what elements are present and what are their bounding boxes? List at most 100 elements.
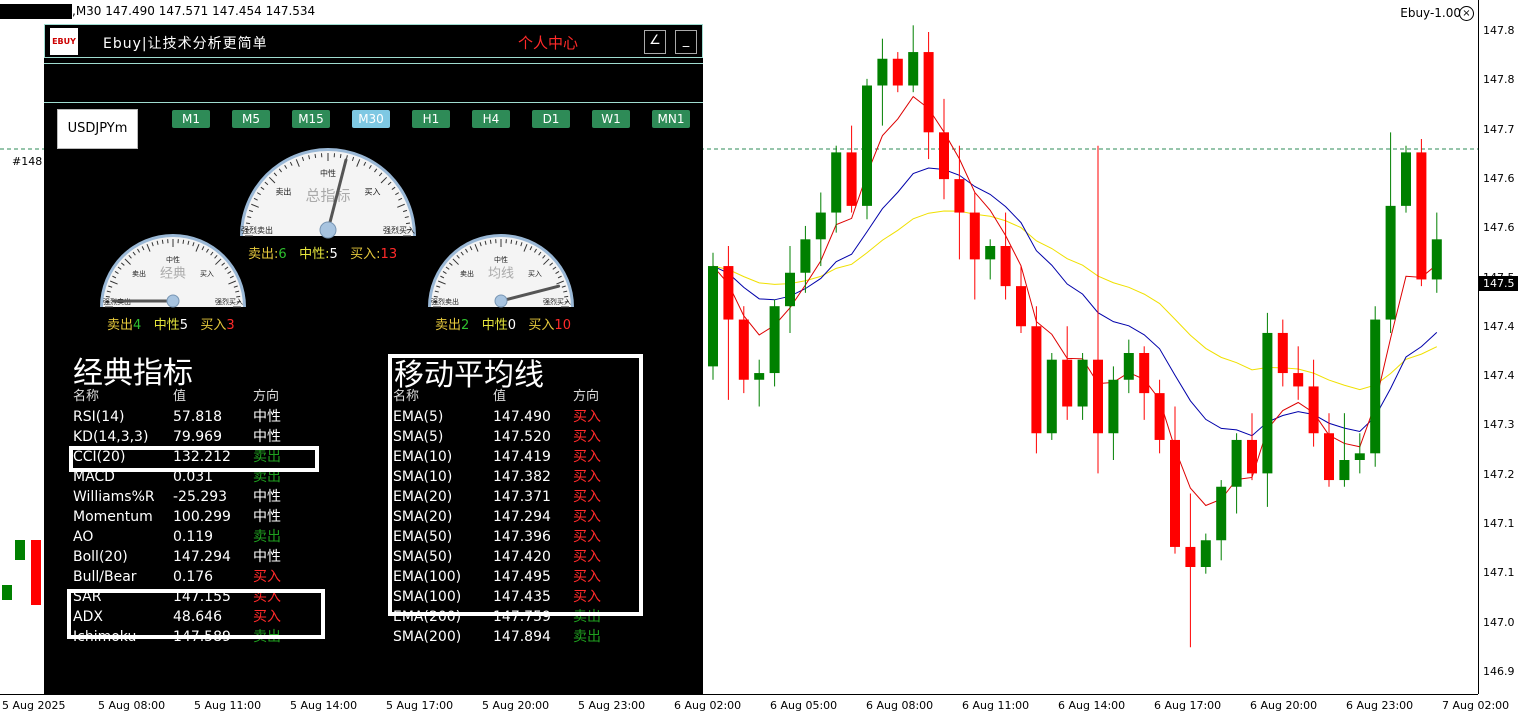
candle-body — [785, 273, 795, 306]
close-icon[interactable]: × — [1459, 6, 1474, 21]
panel-header[interactable]: EBUY Ebuy|让技术分析更简单 个人中心 ∠ _ — [44, 24, 703, 58]
candle-body — [1232, 440, 1242, 487]
timeframe-button-h1[interactable]: H1 — [412, 110, 450, 128]
candle-body — [1001, 246, 1011, 286]
gauge-tick — [434, 296, 438, 297]
candle-body — [816, 213, 826, 240]
ebuy-panel[interactable]: EBUY Ebuy|让技术分析更简单 个人中心 ∠ _ USDJPYm M1 M5… — [44, 24, 703, 695]
price-tick: 147.6 — [1483, 221, 1515, 234]
price-tick: 146.9 — [1483, 665, 1515, 678]
draw-line-button[interactable]: ∠ — [644, 30, 666, 54]
gauge-scale-label: 中性 — [166, 255, 180, 264]
price-tick: 147.4 — [1483, 320, 1515, 333]
candle-body — [15, 540, 25, 560]
candle-body — [847, 152, 857, 206]
price-tick: 147.4 — [1483, 369, 1515, 382]
indicator-name: SMA(200) — [393, 627, 461, 647]
indicator-direction: 中性 — [253, 507, 281, 527]
candle-body — [1016, 286, 1026, 326]
candle-body — [1124, 353, 1134, 380]
highlight-box-sar-adx — [67, 589, 325, 639]
buy-label: 买入 — [200, 318, 226, 333]
price-tick: 147.0 — [1483, 616, 1515, 629]
indicator-direction: 中性 — [253, 407, 281, 427]
indicator-name: AO — [73, 527, 93, 547]
gauge-scale-label: 买入 — [365, 187, 381, 196]
candle-body — [954, 179, 964, 212]
sell-label: 卖出 — [435, 318, 461, 333]
candle-body — [831, 152, 841, 212]
timeframe-button-mn1[interactable]: MN1 — [652, 110, 690, 128]
gauge-hub — [495, 295, 507, 307]
price-tick: 147.8 — [1483, 73, 1515, 86]
sell-count: 4 — [133, 318, 141, 333]
candle-body — [708, 266, 718, 366]
time-tick: 5 Aug 2025 — [2, 699, 65, 712]
neutral-count: 0 — [508, 318, 516, 333]
candle-body — [1324, 433, 1334, 480]
sell-count: 2 — [461, 318, 469, 333]
gauge-scale-label: 中性 — [320, 168, 336, 178]
timeframe-button-m30[interactable]: M30 — [352, 110, 390, 128]
highlight-box-cci — [69, 446, 319, 472]
indicator-name: RSI(14) — [73, 407, 124, 427]
gauge-tick — [511, 240, 512, 244]
minimize-button[interactable]: _ — [675, 30, 697, 54]
indicator-value: 79.969 — [173, 427, 222, 447]
time-tick: 7 Aug 02:00 — [1442, 699, 1509, 712]
candle-body — [1047, 360, 1057, 434]
candle-body — [770, 306, 780, 373]
candle-body — [1432, 239, 1442, 279]
total-gauge: 强烈卖出卖出中性买入强烈买入总指标 — [237, 132, 419, 240]
redacted-block — [0, 4, 72, 19]
candle-body — [1262, 333, 1272, 473]
candle-body — [1416, 152, 1426, 279]
personal-center-link[interactable]: 个人中心 — [518, 32, 578, 53]
symbol-selector[interactable]: USDJPYm — [57, 109, 138, 149]
gauge-scale-label: 中性 — [494, 255, 508, 264]
candle-body — [1386, 206, 1396, 320]
time-axis[interactable]: 5 Aug 20255 Aug 08:005 Aug 11:005 Aug 14… — [0, 694, 1478, 715]
sell-count: 6 — [278, 247, 286, 262]
time-tick: 5 Aug 14:00 — [290, 699, 357, 712]
timeframe-button-m15[interactable]: M15 — [292, 110, 330, 128]
neutral-label: 中性: — [299, 247, 329, 262]
gauge-tick — [236, 296, 240, 297]
price-tick: 147.2 — [1483, 468, 1515, 481]
price-axis[interactable]: 147.8147.8147.7147.6147.6147.5147.4147.4… — [1478, 0, 1518, 694]
time-tick: 5 Aug 20:00 — [482, 699, 549, 712]
time-tick: 5 Aug 08:00 — [98, 699, 165, 712]
symbol-info-bar: ,M30 147.490 147.571 147.454 147.534 — [0, 4, 315, 19]
gauge-scale-label: 强烈买入 — [543, 297, 571, 306]
indicator-name: Boll(20) — [73, 547, 128, 567]
gauge-tick — [406, 223, 410, 224]
timeframe-button-m1[interactable]: M1 — [172, 110, 210, 128]
indicator-direction: 卖出 — [573, 627, 601, 647]
object-label: #148 — [12, 155, 42, 168]
neutral-label: 中性 — [482, 318, 508, 333]
candle-body — [1031, 326, 1041, 433]
gauge-tick — [315, 154, 316, 158]
candle-body — [1401, 152, 1411, 206]
candle-body — [1201, 540, 1211, 567]
candle-body — [1355, 453, 1365, 460]
timeframe-button-h4[interactable]: H4 — [472, 110, 510, 128]
timeframe-button-w1[interactable]: W1 — [592, 110, 630, 128]
classic-gauge: 强烈卖出卖出中性买入强烈买入经典 — [97, 221, 249, 311]
candle-body — [1093, 360, 1103, 434]
indicator-direction: 中性 — [253, 427, 281, 447]
candle-body — [1170, 440, 1180, 547]
gauge-tick — [162, 240, 163, 244]
timeframe-button-d1[interactable]: D1 — [532, 110, 570, 128]
column-header: 名称 — [73, 387, 99, 407]
candle-body — [877, 59, 887, 86]
ohlc-readout: ,M30 147.490 147.571 147.454 147.534 — [72, 4, 315, 18]
indicator-name: Ebuy-1.00 — [1400, 6, 1461, 20]
timeframe-button-m5[interactable]: M5 — [232, 110, 270, 128]
buy-label: 买入: — [350, 247, 380, 262]
highlight-box-ma — [388, 354, 643, 616]
candle-body — [985, 246, 995, 259]
classic-indicators-title: 经典指标 — [73, 348, 193, 392]
total-gauge-counts: 卖出:6 中性:5 买入:13 — [248, 243, 397, 262]
neutral-label: 中性 — [154, 318, 180, 333]
